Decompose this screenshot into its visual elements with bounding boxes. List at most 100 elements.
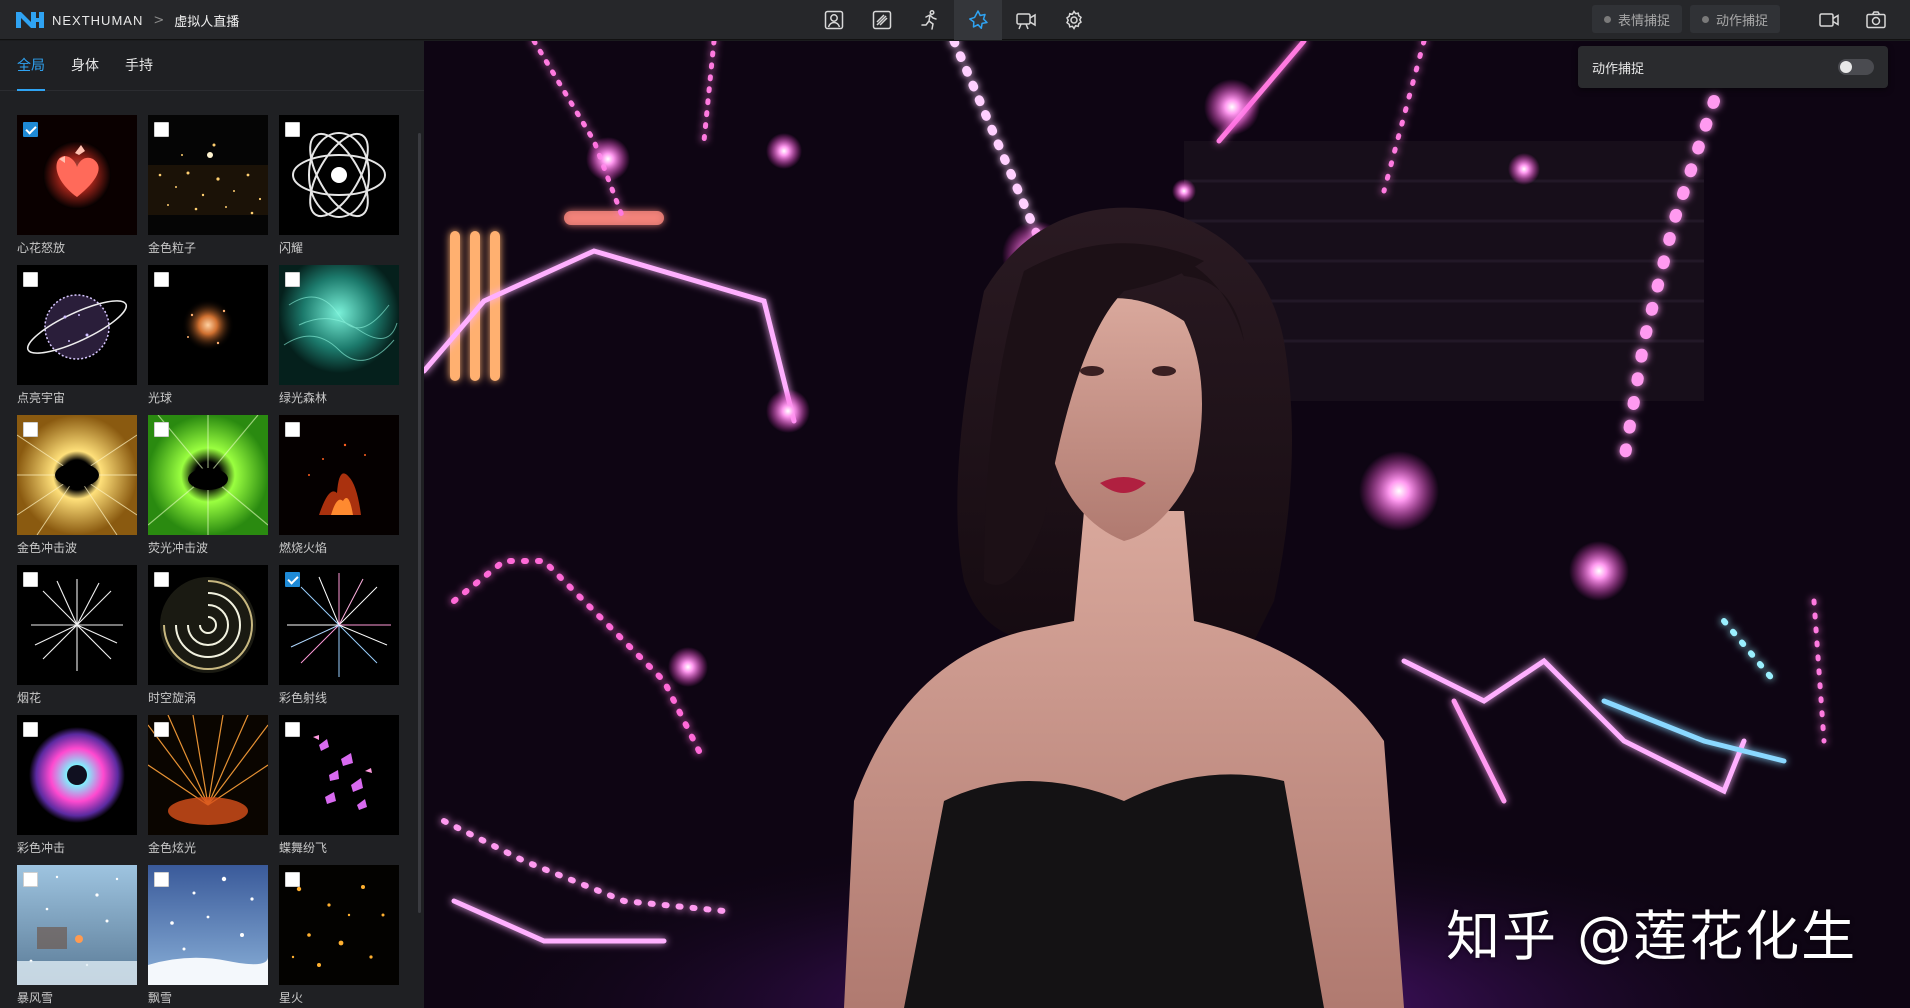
effect-card[interactable]: 星火 xyxy=(279,865,399,1005)
effect-card[interactable]: 光球 xyxy=(148,265,268,405)
effect-checkbox[interactable] xyxy=(23,122,38,137)
effect-checkbox[interactable] xyxy=(154,722,169,737)
effects-scrollbar[interactable] xyxy=(418,133,421,913)
effect-card[interactable]: 彩色冲击 xyxy=(17,715,137,855)
effect-card[interactable]: 绿光森林 xyxy=(279,265,399,405)
screenshot-button[interactable] xyxy=(1862,6,1890,34)
effect-thumbnail xyxy=(279,715,399,835)
effect-card[interactable]: 金色粒子 xyxy=(148,115,268,255)
motion-capture-toggle[interactable] xyxy=(1838,59,1874,75)
effect-card[interactable]: 暴风雪 xyxy=(17,865,137,1005)
effect-label: 彩色射线 xyxy=(279,691,328,705)
effects-panel: 全局 身体 手持 心花怒放 金色粒子 闪耀 点亮宇宙 光球 绿光森林 金色冲击波… xyxy=(0,41,424,1008)
tool-settings[interactable] xyxy=(1050,0,1098,40)
effect-checkbox[interactable] xyxy=(154,572,169,587)
tool-camera[interactable] xyxy=(1002,0,1050,40)
effects-tabs: 全局 身体 手持 xyxy=(0,41,424,91)
effect-label: 金色炫光 xyxy=(148,841,197,855)
effect-checkbox[interactable] xyxy=(285,422,300,437)
effect-label: 星火 xyxy=(279,991,304,1005)
status-dot-icon xyxy=(1604,15,1611,23)
effect-thumbnail xyxy=(17,415,137,535)
video-camera-icon xyxy=(1016,13,1036,30)
brand-name: NEXTHUMAN xyxy=(52,12,144,28)
effect-checkbox[interactable] xyxy=(285,872,300,887)
tab-handheld[interactable]: 手持 xyxy=(125,41,153,90)
effect-label: 点亮宇宙 xyxy=(17,391,66,405)
tab-global[interactable]: 全局 xyxy=(17,41,45,91)
effects-grid: 心花怒放 金色粒子 闪耀 点亮宇宙 光球 绿光森林 金色冲击波 荧光冲击波 燃烧… xyxy=(17,115,407,1005)
virtual-stage-scene xyxy=(424,41,1910,1008)
motion-capture-panel-label: 动作捕捉 xyxy=(1592,61,1645,77)
effect-checkbox[interactable] xyxy=(154,122,169,137)
capture-toggles: 表情捕捉 动作捕捉 xyxy=(1592,5,1781,33)
effect-label: 烟花 xyxy=(17,691,42,705)
live-preview-viewport[interactable]: 知乎 @莲花化生 xyxy=(424,41,1910,1008)
toggle-knob xyxy=(1840,61,1852,73)
portrait-icon xyxy=(824,10,844,30)
effect-card[interactable]: 时空旋涡 xyxy=(148,565,268,705)
effect-checkbox[interactable] xyxy=(285,572,300,587)
camera-icon xyxy=(1866,11,1886,29)
effect-card[interactable]: 闪耀 xyxy=(279,115,399,255)
effect-label: 时空旋涡 xyxy=(148,691,197,705)
face-capture-button[interactable]: 表情捕捉 xyxy=(1592,5,1683,33)
effect-label: 光球 xyxy=(148,391,173,405)
effect-label: 金色冲击波 xyxy=(17,541,78,555)
effect-thumbnail xyxy=(17,265,137,385)
effect-label: 绿光森林 xyxy=(279,391,328,405)
effect-thumbnail xyxy=(279,865,399,985)
effect-checkbox[interactable] xyxy=(23,422,38,437)
watermark-text: 知乎 @莲花化生 xyxy=(1446,905,1858,968)
effect-label: 蝶舞纷飞 xyxy=(279,841,328,855)
tool-makeup[interactable] xyxy=(858,0,906,40)
effect-thumbnail xyxy=(279,265,399,385)
effect-checkbox[interactable] xyxy=(23,572,38,587)
effect-checkbox[interactable] xyxy=(285,722,300,737)
tool-character[interactable] xyxy=(810,0,858,40)
gear-icon xyxy=(1066,10,1082,30)
tab-body[interactable]: 身体 xyxy=(71,41,99,90)
effect-thumbnail xyxy=(17,115,137,235)
effect-card[interactable]: 飘雪 xyxy=(148,865,268,1005)
effect-checkbox[interactable] xyxy=(154,422,169,437)
effect-checkbox[interactable] xyxy=(23,872,38,887)
effect-checkbox[interactable] xyxy=(23,272,38,287)
effect-thumbnail xyxy=(279,415,399,535)
effect-label: 荧光冲击波 xyxy=(148,541,209,555)
running-person-icon xyxy=(921,9,937,30)
effect-card[interactable]: 荧光冲击波 xyxy=(148,415,268,555)
effect-card[interactable]: 点亮宇宙 xyxy=(17,265,137,405)
record-button[interactable] xyxy=(1815,6,1843,34)
effect-checkbox[interactable] xyxy=(285,122,300,137)
motion-capture-label: 动作捕捉 xyxy=(1716,13,1769,29)
effect-card[interactable]: 金色冲击波 xyxy=(17,415,137,555)
effect-thumbnail xyxy=(148,265,268,385)
effect-thumbnail xyxy=(279,115,399,235)
effect-checkbox[interactable] xyxy=(154,272,169,287)
effect-card[interactable]: 烟花 xyxy=(17,565,137,705)
effect-card[interactable]: 彩色射线 xyxy=(279,565,399,705)
tool-effects[interactable] xyxy=(954,0,1002,40)
effect-checkbox[interactable] xyxy=(154,872,169,887)
effect-label: 暴风雪 xyxy=(17,991,54,1005)
effect-card[interactable]: 金色炫光 xyxy=(148,715,268,855)
effect-card[interactable]: 心花怒放 xyxy=(17,115,137,255)
main-toolbar xyxy=(810,0,1098,40)
tool-motion[interactable] xyxy=(906,0,954,40)
breadcrumb-separator: > xyxy=(153,12,165,28)
effect-checkbox[interactable] xyxy=(285,272,300,287)
effect-card[interactable]: 蝶舞纷飞 xyxy=(279,715,399,855)
motion-capture-button[interactable]: 动作捕捉 xyxy=(1690,5,1781,33)
effect-thumbnail xyxy=(148,415,268,535)
effect-label: 飘雪 xyxy=(148,991,173,1005)
effect-thumbnail xyxy=(148,565,268,685)
effect-checkbox[interactable] xyxy=(23,722,38,737)
effect-thumbnail xyxy=(148,115,268,235)
effect-thumbnail xyxy=(17,865,137,985)
effect-card[interactable]: 燃烧火焰 xyxy=(279,415,399,555)
effect-label: 彩色冲击 xyxy=(17,841,66,855)
effect-thumbnail xyxy=(148,865,268,985)
effect-thumbnail xyxy=(17,715,137,835)
effect-thumbnail xyxy=(279,565,399,685)
